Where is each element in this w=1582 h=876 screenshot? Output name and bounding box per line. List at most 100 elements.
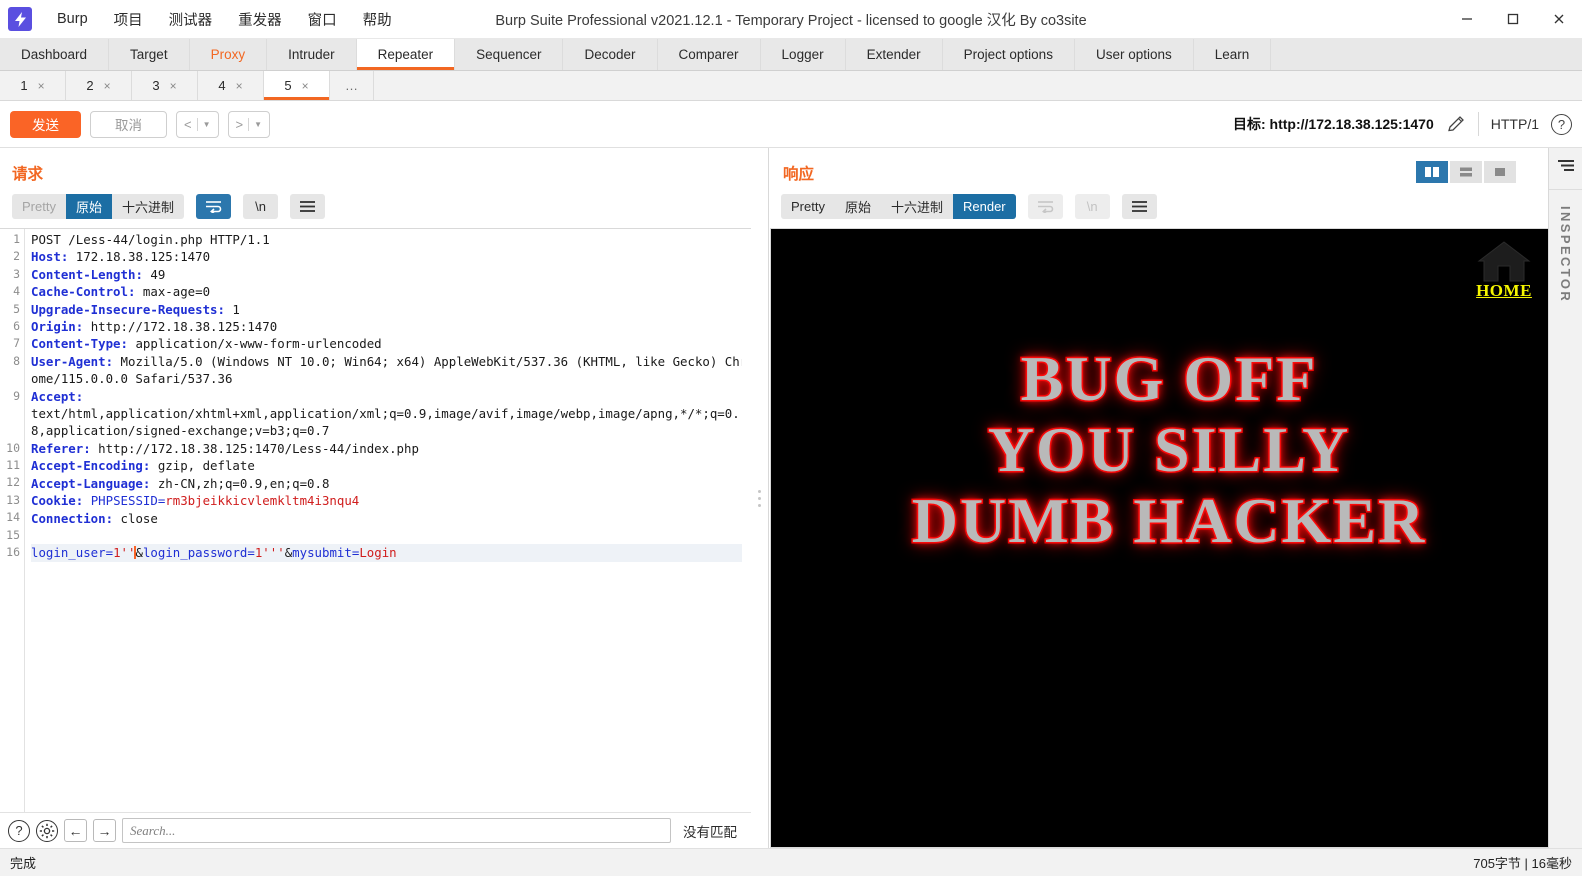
menu-item-burp[interactable]: Burp [44,7,101,31]
cancel-button[interactable]: 取消 [90,110,167,138]
response-tab-pretty[interactable]: Pretty [781,194,835,219]
request-newline-icon[interactable]: \n [243,194,278,219]
repeater-tab-4[interactable]: 4 × [198,71,264,100]
menu-item-window[interactable]: 窗口 [295,5,350,34]
repeater-tab-3[interactable]: 3 × [132,71,198,100]
request-line-10-name: Referer [31,440,84,456]
body-param-3-value: Login [359,545,397,561]
collapse-panel-icon[interactable] [1556,158,1576,179]
forward-history-button[interactable]: > ▼ [227,110,271,138]
repeater-tab-2-close-icon[interactable]: × [104,79,111,93]
help-icon[interactable]: ? [1551,113,1572,135]
http-version-label[interactable]: HTTP/1 [1491,116,1539,132]
request-line-3-value: 49 [142,266,166,282]
tab-project-options[interactable]: Project options [942,39,1075,70]
tab-decoder[interactable]: Decoder [563,39,658,70]
chevron-down-icon: ▼ [202,119,211,129]
request-tab-hex[interactable]: 十六进制 [111,194,184,219]
request-line-2-value: 172.18.38.125:1470 [68,249,211,265]
request-tab-raw[interactable]: 原始 [65,194,112,219]
tab-target[interactable]: Target [109,39,190,70]
title-bar: Burp 项目 测试器 重发器 窗口 帮助 Burp Suite Profess… [0,0,1582,39]
close-button[interactable] [1536,0,1582,38]
layout-toggle-group [1416,161,1516,183]
request-scrollbar[interactable] [742,229,751,812]
tab-extender[interactable]: Extender [845,39,943,70]
house-icon [1476,239,1532,283]
tab-logger[interactable]: Logger [760,39,846,70]
body-ampersand-1: & [135,545,143,561]
tab-learn[interactable]: Learn [1193,39,1272,70]
request-line-6-name: Origin [31,319,76,335]
gear-icon[interactable] [36,819,58,842]
repeater-tab-4-close-icon[interactable]: × [236,79,243,93]
request-line-2-name: Host [31,249,61,265]
repeater-tab-overflow[interactable]: … [330,71,374,100]
repeater-tab-1-close-icon[interactable]: × [38,79,45,93]
menu-item-help[interactable]: 帮助 [350,5,405,34]
pane-splitter[interactable] [751,148,769,848]
repeater-tab-3-close-icon[interactable]: × [170,79,177,93]
response-tab-render[interactable]: Render [953,194,1016,219]
response-tab-hex[interactable]: 十六进制 [880,194,953,219]
response-hamburger-menu-icon[interactable] [1121,194,1157,219]
help-icon[interactable]: ? [8,819,30,842]
search-next-button[interactable]: → [93,819,116,842]
single-pane-layout-icon[interactable] [1484,161,1516,183]
request-line-12-name: Accept-Language [31,475,143,491]
body-param-3-name: mysubmit [292,545,352,561]
target-label: 目标: http://172.18.38.125:1470 [1233,116,1434,132]
repeater-tab-bar: 1 × 2 × 3 × 4 × 5 × … [0,71,1582,101]
request-line-13-value: PHPSESSID= [83,493,166,509]
tab-sequencer[interactable]: Sequencer [455,39,564,70]
maximize-button[interactable] [1490,0,1536,38]
request-view-tabs: Pretty 原始 十六进制 \n [0,194,751,228]
request-line-13-name: Cookie [31,493,76,509]
back-history-button[interactable]: < ▼ [176,110,219,138]
request-search-bar: ? ← → 没有匹配 [0,812,751,848]
divider [1549,189,1582,190]
line-number: 13 [6,492,20,507]
pencil-icon[interactable] [1446,114,1466,134]
search-prev-button[interactable]: ← [64,819,87,842]
forward-arrow-icon: > [235,116,244,132]
body-param-1-value: 1'' [113,545,136,561]
minimize-button[interactable] [1444,0,1490,38]
repeater-tab-2-label: 2 [86,78,94,93]
tab-intruder[interactable]: Intruder [267,39,357,70]
repeater-tab-2[interactable]: 2 × [66,71,132,100]
repeater-tab-5[interactable]: 5 × [264,71,330,100]
tab-repeater[interactable]: Repeater [356,39,456,70]
stacked-layout-icon[interactable] [1450,161,1482,183]
request-line-7-name: Content-Type [31,336,121,352]
menu-item-intruder[interactable]: 测试器 [156,5,226,34]
response-tab-raw[interactable]: 原始 [834,194,881,219]
body-param-1-name: login_user [31,545,106,561]
repeater-tab-5-close-icon[interactable]: × [302,79,309,93]
request-hamburger-menu-icon[interactable] [290,194,325,219]
line-number: 5 [13,301,20,316]
rendered-home-link[interactable]: HOME [1469,239,1539,301]
request-word-wrap-icon[interactable] [196,194,231,219]
request-tab-pretty[interactable]: Pretty [12,194,66,219]
search-input[interactable] [122,818,671,843]
line-number: 10 [6,440,20,455]
request-code[interactable]: POST /Less-44/login.php HTTP/1.1 Host: 1… [25,229,751,812]
request-line-11-value: gzip, deflate [150,458,255,474]
side-by-side-layout-icon[interactable] [1416,161,1448,183]
request-body-line[interactable]: login_user=1''&login_password=1'''&mysub… [31,544,751,562]
tab-comparer[interactable]: Comparer [657,39,761,70]
inspector-panel[interactable]: INSPECTOR [1548,148,1582,848]
headline-line-1: BUG OFF [1019,343,1318,414]
send-button[interactable]: 发送 [10,110,81,138]
repeater-tab-1[interactable]: 1 × [0,71,66,100]
repeater-tab-3-label: 3 [152,78,160,93]
line-number: 2 [13,249,20,264]
tab-proxy[interactable]: Proxy [189,39,268,70]
request-editor[interactable]: 1 2 3 4 5 6 7 8 9 10 11 12 13 14 15 16 P… [0,228,751,812]
tab-dashboard[interactable]: Dashboard [0,39,110,70]
menu-item-repeater[interactable]: 重发器 [225,5,295,34]
tab-user-options[interactable]: User options [1074,39,1194,70]
response-render-view[interactable]: HOME BUG OFF YOU SILLY DUMB HACKER [770,228,1582,848]
menu-item-project[interactable]: 项目 [101,5,156,34]
